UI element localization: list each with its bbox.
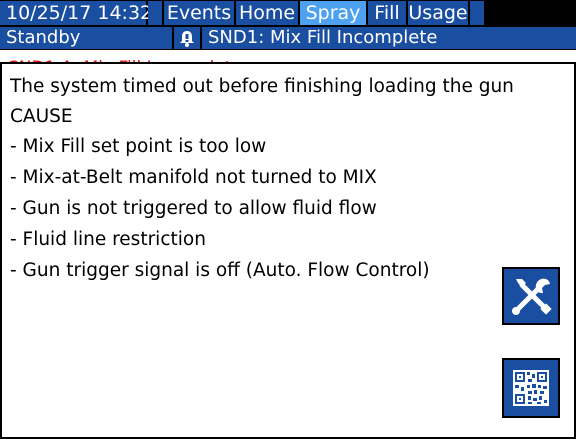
cause-item: - Gun trigger signal is off (Auto. Flow … bbox=[10, 260, 430, 281]
tab-usage[interactable]: Usage bbox=[408, 1, 468, 25]
troubleshoot-button[interactable] bbox=[502, 267, 560, 325]
cause-item: - Mix-at-Belt manifold not turned to MIX bbox=[10, 167, 377, 188]
nav-spacer bbox=[148, 1, 162, 25]
qr-code-icon bbox=[513, 370, 549, 406]
nav-right-spacer bbox=[470, 1, 484, 25]
tab-events[interactable]: Events bbox=[164, 1, 234, 25]
description-line: The system timed out before finishing lo… bbox=[10, 76, 514, 97]
qr-code-button[interactable] bbox=[502, 358, 560, 418]
tab-fill[interactable]: Fill bbox=[368, 1, 406, 25]
active-alarm[interactable]: SND1: Mix Fill Incomplete bbox=[202, 27, 576, 49]
tab-spray[interactable]: Spray bbox=[300, 1, 366, 25]
cause-item: - Mix Fill set point is too low bbox=[10, 136, 267, 157]
cause-item: - Gun is not triggered to allow fluid fl… bbox=[10, 198, 377, 219]
tools-icon bbox=[512, 278, 552, 315]
cause-heading: CAUSE bbox=[10, 106, 73, 127]
cause-item: - Fluid line restriction bbox=[10, 229, 206, 250]
tab-home[interactable]: Home bbox=[236, 1, 298, 25]
datetime: 10/25/17 14:32 bbox=[0, 1, 152, 25]
system-mode: Standby bbox=[0, 27, 172, 49]
status-bar: Standby SND1: Mix Fill Incomplete bbox=[0, 26, 576, 50]
top-bar: 10/25/17 14:32 Events Home Spray Fill Us… bbox=[0, 0, 576, 26]
bell-alarm-icon bbox=[174, 27, 200, 49]
alarm-description: The system timed out before finishing lo… bbox=[0, 64, 576, 439]
